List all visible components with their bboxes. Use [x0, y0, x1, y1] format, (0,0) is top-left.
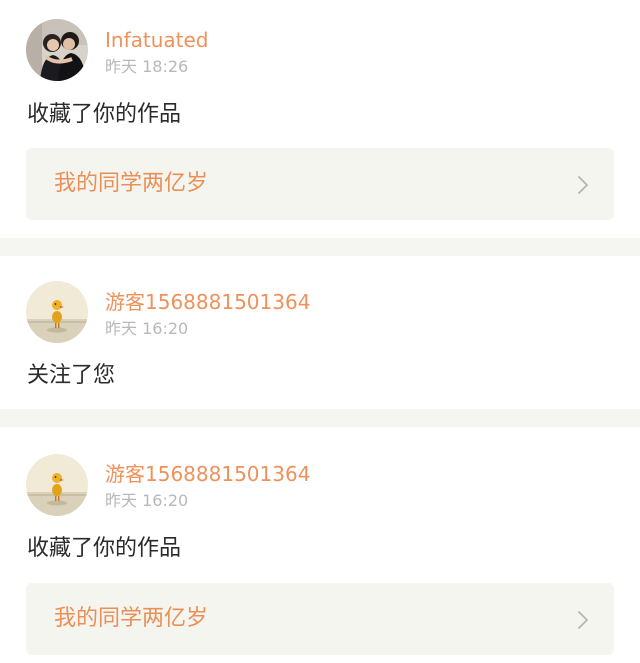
username[interactable]: Infatuated [105, 28, 209, 52]
timestamp: 昨天 18:26 [105, 57, 189, 76]
section-divider [0, 238, 640, 256]
couple-photo-avatar-icon [26, 19, 88, 81]
action-text: 关注了您 [27, 363, 116, 388]
work-title: 我的同学两亿岁 [54, 606, 209, 631]
notification-item: 游客1568881501364 昨天 16:20 收藏了你的作品 我的同学两亿岁 [0, 427, 640, 663]
duck-avatar-icon [26, 281, 88, 343]
work-link[interactable]: 我的同学两亿岁 [26, 148, 614, 220]
chevron-right-icon [578, 611, 588, 629]
timestamp: 昨天 16:20 [105, 491, 189, 510]
user-avatar[interactable] [26, 281, 88, 343]
user-avatar[interactable] [26, 454, 88, 516]
work-title: 我的同学两亿岁 [54, 171, 209, 196]
duck-avatar-icon [26, 454, 88, 516]
chevron-right-icon [578, 176, 588, 194]
section-divider [0, 409, 640, 427]
user-avatar[interactable] [26, 19, 88, 81]
username[interactable]: 游客1568881501364 [105, 462, 310, 486]
notification-feed: Infatuated 昨天 18:26 收藏了你的作品 我的同学两亿岁 游客15… [0, 0, 640, 663]
notification-item: 游客1568881501364 昨天 16:20 关注了您 [0, 256, 640, 409]
work-link[interactable]: 我的同学两亿岁 [26, 583, 614, 655]
action-text: 收藏了你的作品 [27, 102, 182, 127]
username[interactable]: 游客1568881501364 [105, 290, 310, 314]
notification-item: Infatuated 昨天 18:26 收藏了你的作品 我的同学两亿岁 [0, 0, 640, 238]
timestamp: 昨天 16:20 [105, 319, 189, 338]
action-text: 收藏了你的作品 [27, 536, 182, 561]
